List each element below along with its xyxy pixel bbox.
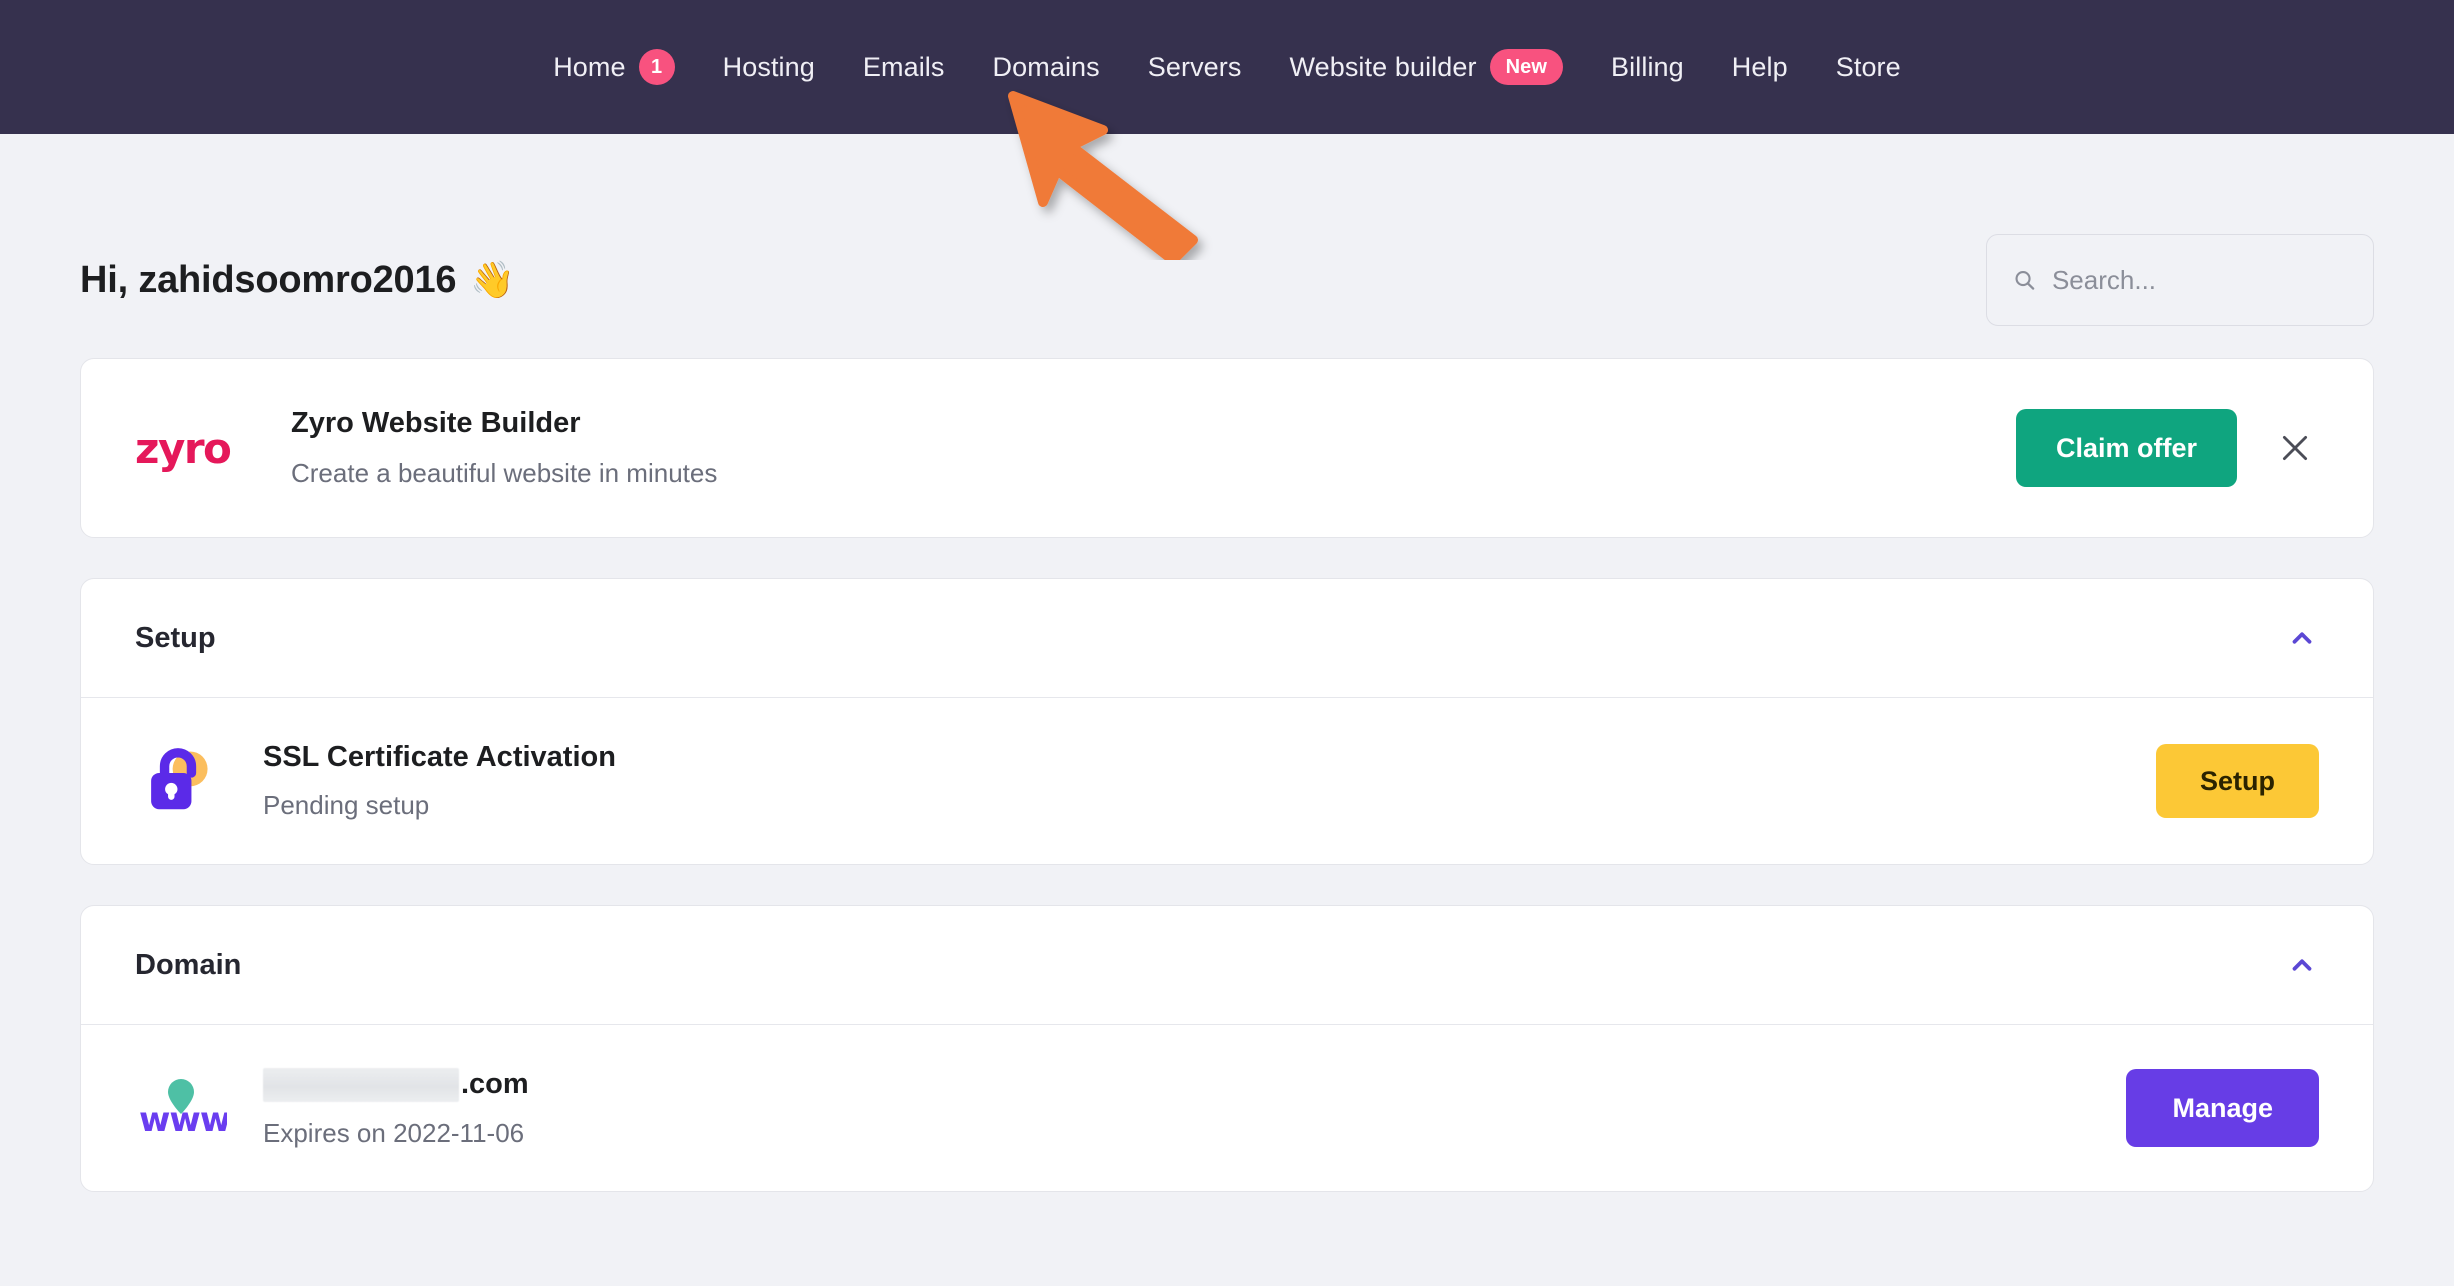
close-icon bbox=[2278, 431, 2312, 465]
zyro-logo: zyro bbox=[135, 424, 263, 473]
dismiss-promo-button[interactable] bbox=[2271, 424, 2319, 472]
setup-collapse-toggle[interactable] bbox=[2285, 621, 2319, 655]
domain-name: .com bbox=[263, 1068, 2126, 1102]
nav-item-store[interactable]: Store bbox=[1812, 0, 1925, 134]
domain-section-header[interactable]: Domain bbox=[81, 906, 2373, 1025]
nav-item-billing[interactable]: Billing bbox=[1587, 0, 1708, 134]
nav-item-label: Store bbox=[1836, 52, 1901, 83]
nav-item-label: Home bbox=[553, 52, 625, 83]
setup-section-title: Setup bbox=[135, 622, 216, 655]
ssl-row-body: SSL Certificate Activation Pending setup bbox=[245, 741, 2156, 821]
nav-item-domains[interactable]: Domains bbox=[969, 0, 1124, 134]
chevron-up-icon bbox=[2287, 950, 2317, 980]
nav-item-label: Help bbox=[1732, 52, 1788, 83]
home-count-badge: 1 bbox=[639, 49, 675, 85]
chevron-up-icon bbox=[2287, 623, 2317, 653]
page-title: Hi, zahidsoomro2016 👋 bbox=[80, 259, 515, 302]
page-header-row: Hi, zahidsoomro2016 👋 bbox=[80, 134, 2374, 358]
www-icon: www bbox=[135, 1065, 245, 1151]
ssl-row-title: SSL Certificate Activation bbox=[263, 741, 2156, 774]
page-content: Hi, zahidsoomro2016 👋 zyro Zyro Website … bbox=[0, 134, 2454, 1192]
nav-item-label: Servers bbox=[1148, 52, 1242, 83]
promo-title: Zyro Website Builder bbox=[291, 407, 2016, 440]
svg-text:www: www bbox=[139, 1100, 227, 1140]
promo-text-block: Zyro Website Builder Create a beautiful … bbox=[263, 407, 2016, 489]
domain-row: www .com Expires on 2022-11-06 Manage bbox=[81, 1025, 2373, 1191]
website-builder-new-badge: New bbox=[1490, 49, 1563, 85]
nav-item-list: Home 1 Hosting Emails Domains Servers We… bbox=[529, 0, 1925, 134]
search-input[interactable] bbox=[2052, 265, 2347, 296]
nav-item-emails[interactable]: Emails bbox=[839, 0, 969, 134]
lock-icon bbox=[135, 738, 245, 824]
nav-item-label: Emails bbox=[863, 52, 945, 83]
setup-section-header[interactable]: Setup bbox=[81, 579, 2373, 698]
domain-collapse-toggle[interactable] bbox=[2285, 948, 2319, 982]
claim-offer-button[interactable]: Claim offer bbox=[2016, 409, 2237, 487]
ssl-certificate-row: SSL Certificate Activation Pending setup… bbox=[81, 698, 2373, 864]
nav-item-servers[interactable]: Servers bbox=[1124, 0, 1266, 134]
nav-item-label: Domains bbox=[993, 52, 1100, 83]
promo-actions: Claim offer bbox=[2016, 409, 2319, 487]
top-navigation-bar: Home 1 Hosting Emails Domains Servers We… bbox=[0, 0, 2454, 134]
redacted-domain-name bbox=[263, 1068, 459, 1102]
nav-item-help[interactable]: Help bbox=[1708, 0, 1812, 134]
domain-section-title: Domain bbox=[135, 949, 241, 982]
domain-section-card: Domain www .com bbox=[80, 905, 2374, 1192]
nav-item-label: Website builder bbox=[1290, 52, 1477, 83]
setup-section-card: Setup S bbox=[80, 578, 2374, 865]
ssl-setup-button[interactable]: Setup bbox=[2156, 744, 2319, 818]
nav-item-hosting[interactable]: Hosting bbox=[699, 0, 839, 134]
ssl-row-status: Pending setup bbox=[263, 790, 2156, 821]
search-icon bbox=[2013, 267, 2036, 293]
nav-item-website-builder[interactable]: Website builder New bbox=[1266, 0, 1588, 134]
nav-item-label: Billing bbox=[1611, 52, 1684, 83]
promo-card: zyro Zyro Website Builder Create a beaut… bbox=[80, 358, 2374, 538]
greeting-text: Hi, zahidsoomro2016 bbox=[80, 259, 456, 302]
search-box[interactable] bbox=[1986, 234, 2374, 326]
domain-expiry: Expires on 2022-11-06 bbox=[263, 1118, 2126, 1149]
promo-subtitle: Create a beautiful website in minutes bbox=[291, 458, 2016, 489]
nav-item-label: Hosting bbox=[723, 52, 815, 83]
domain-manage-button[interactable]: Manage bbox=[2126, 1069, 2319, 1147]
domain-tld: .com bbox=[461, 1068, 529, 1101]
nav-item-home[interactable]: Home 1 bbox=[529, 0, 698, 134]
waving-hand-icon: 👋 bbox=[470, 259, 515, 301]
domain-row-body: .com Expires on 2022-11-06 bbox=[245, 1068, 2126, 1149]
